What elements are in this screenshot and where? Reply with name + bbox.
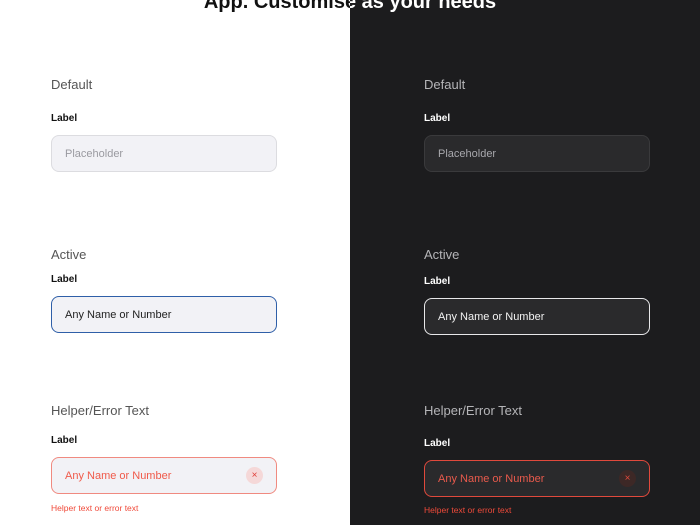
- field-label: Label: [424, 113, 451, 124]
- error-heading: Helper/Error Text: [424, 403, 523, 418]
- input-value: Any Name or Number: [438, 472, 545, 485]
- input-value: Any Name or Number: [438, 310, 545, 323]
- error-input[interactable]: Any Name or Number ×: [424, 460, 650, 497]
- page-title-dark: App. Customise as your needs: [350, 0, 497, 13]
- error-input[interactable]: Any Name or Number ×: [51, 457, 277, 494]
- active-heading: Active: [51, 247, 87, 262]
- field-label: Label: [424, 276, 451, 287]
- field-label: Label: [51, 274, 78, 285]
- default-input[interactable]: Placeholder: [424, 135, 650, 172]
- helper-text: Helper text or error text: [51, 503, 139, 513]
- placeholder-text: Placeholder: [65, 147, 124, 160]
- active-heading: Active: [424, 247, 460, 262]
- title-dark-part: App. Customise as your needs: [350, 0, 700, 30]
- active-input[interactable]: Any Name or Number: [51, 296, 277, 333]
- clear-icon[interactable]: ×: [246, 467, 263, 484]
- input-value: Any Name or Number: [65, 308, 172, 321]
- field-label: Label: [51, 435, 78, 446]
- placeholder-text: Placeholder: [438, 147, 497, 160]
- helper-text: Helper text or error text: [424, 505, 512, 515]
- dark-panel: [350, 0, 700, 525]
- input-value: Any Name or Number: [65, 469, 172, 482]
- error-heading: Helper/Error Text: [51, 403, 150, 418]
- default-input[interactable]: Placeholder: [51, 135, 277, 172]
- default-heading: Default: [51, 77, 93, 92]
- clear-icon[interactable]: ×: [619, 470, 636, 487]
- active-input[interactable]: Any Name or Number: [424, 298, 650, 335]
- default-heading: Default: [424, 77, 466, 92]
- field-label: Label: [424, 438, 451, 449]
- field-label: Label: [51, 113, 78, 124]
- title-light-part: App. Customise as your needs: [0, 0, 350, 30]
- page-title: App. Customise as your needs: [203, 0, 350, 13]
